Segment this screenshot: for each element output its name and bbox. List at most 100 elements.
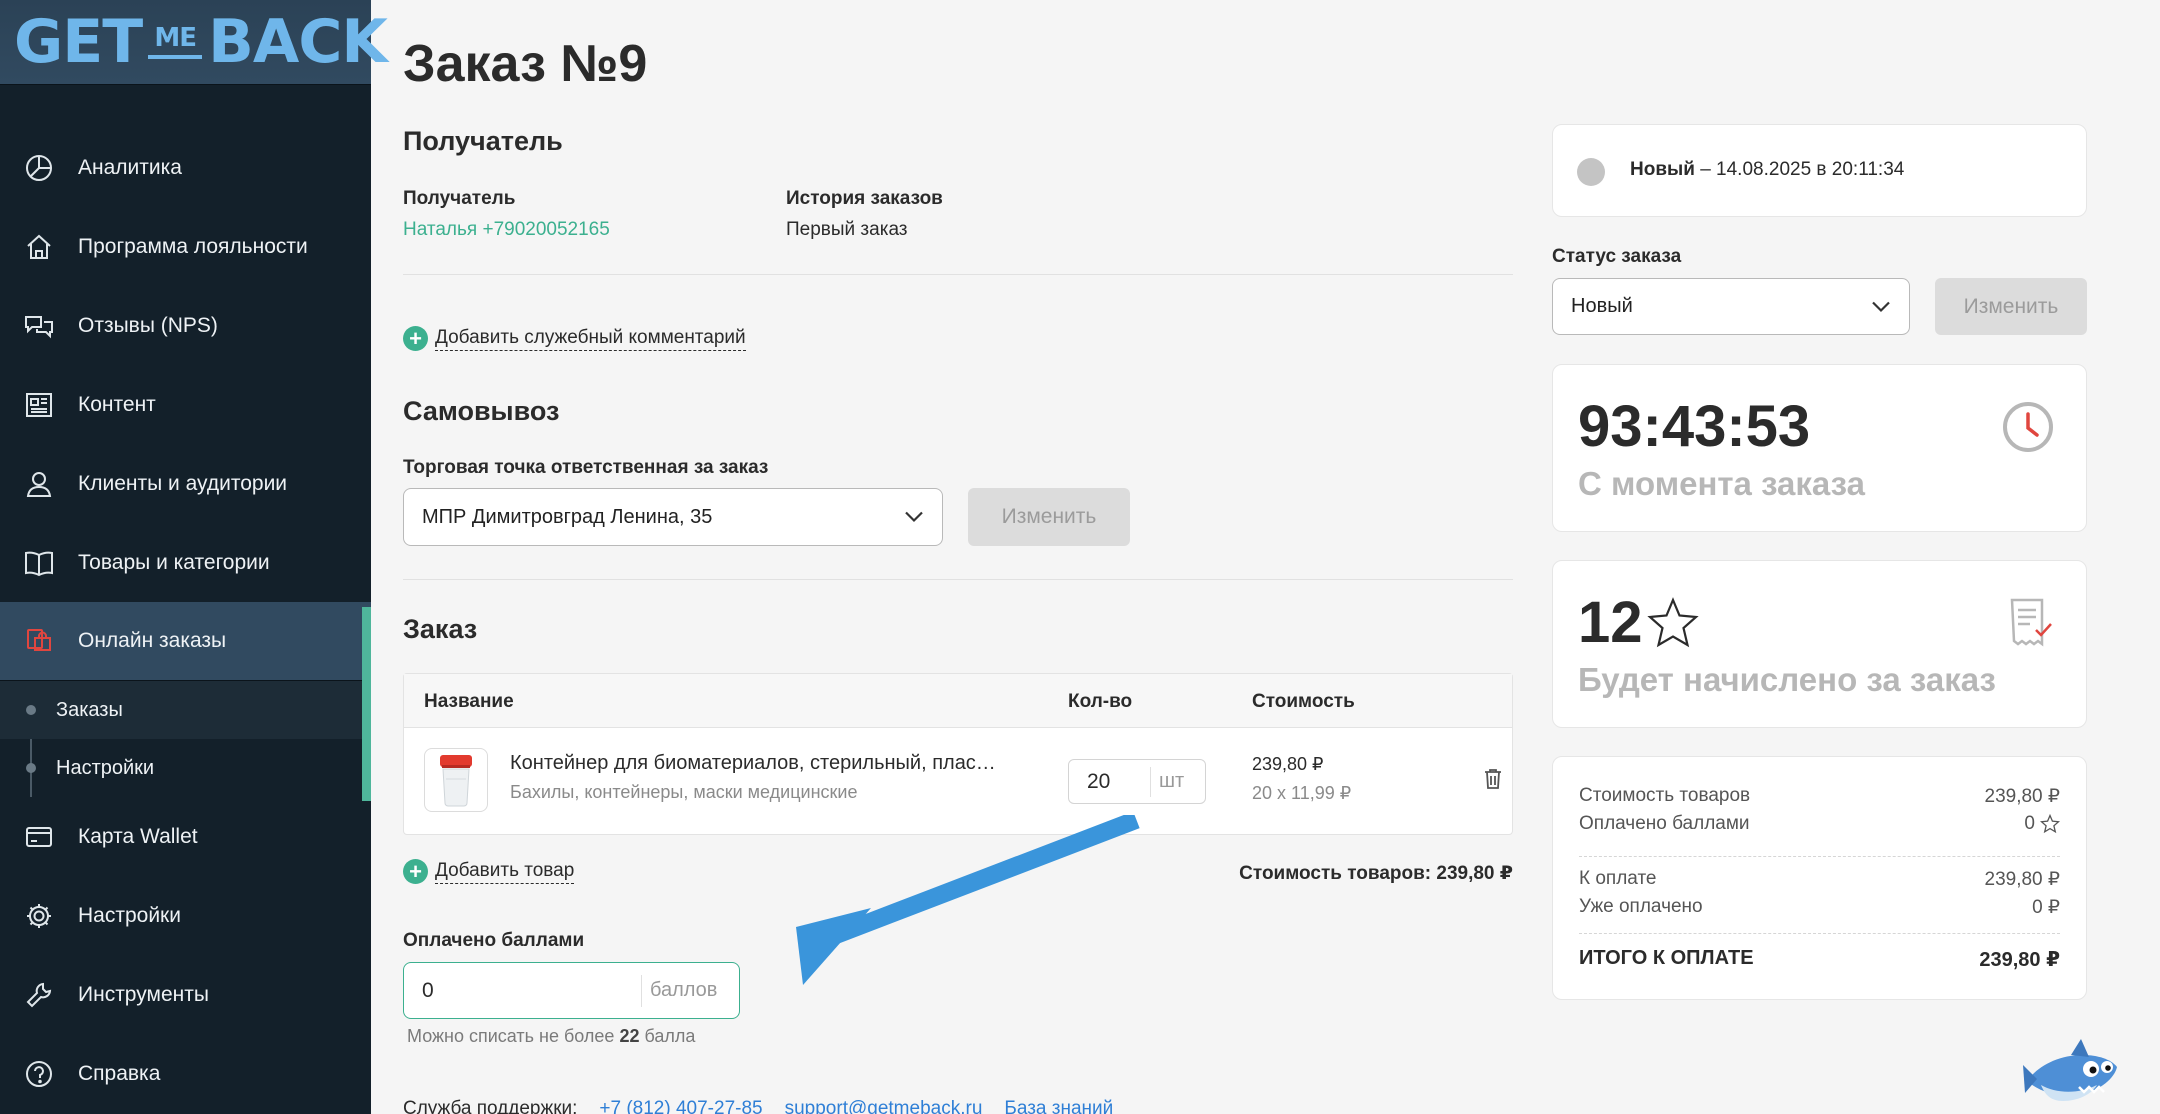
sidebar-item-wallet[interactable]: Карта Wallet — [0, 797, 371, 876]
logo-back: BACK — [208, 7, 388, 77]
sidebar-item-loyalty[interactable]: Программа лояльности — [0, 207, 371, 286]
knowledge-base-link[interactable]: База знаний — [1004, 1098, 1113, 1114]
store-select[interactable]: МПР Димитровград Ленина, 35 — [403, 488, 943, 546]
sidebar-item-label: Товары и категории — [78, 550, 270, 574]
plus-circle-icon: + — [403, 859, 428, 884]
annotation-arrow — [796, 815, 1140, 985]
divider — [403, 579, 1513, 580]
sidebar-subitem-label: Заказы — [56, 698, 123, 721]
goods-total: Стоимость товаров: 239,80 ₽ — [1239, 863, 1513, 884]
sidebar-item-tools[interactable]: Инструменты — [0, 955, 371, 1034]
footer: Служба поддержки: +7 (812) 407-27-85 sup… — [403, 1098, 1113, 1114]
column-header-qty: Кол-во — [1068, 691, 1133, 712]
sidebar-item-content[interactable]: Контент — [0, 365, 371, 444]
summary-paid-row: Уже оплачено 0 ₽ — [1579, 896, 2060, 918]
book-icon — [22, 546, 56, 580]
sidebar-item-label: Отзывы (NPS) — [78, 313, 218, 337]
trash-icon[interactable] — [1484, 768, 1502, 795]
sidebar-subitem-orders[interactable]: Заказы — [0, 681, 371, 739]
receipt-icon — [2008, 597, 2054, 654]
column-header-name: Название — [424, 691, 514, 712]
summary-goods-row: Стоимость товаров 239,80 ₽ — [1579, 785, 2060, 807]
pickup-section-title: Самовывоз — [403, 396, 560, 426]
quantity-unit: шт — [1159, 770, 1185, 792]
clock-icon — [2002, 401, 2054, 458]
store-change-button[interactable]: Изменить — [968, 488, 1130, 546]
sidebar-item-label: Программа лояльности — [78, 234, 308, 258]
timer-value: 93:43:53 — [1578, 394, 1811, 459]
card-icon — [22, 820, 56, 854]
timer-caption: С момента заказа — [1578, 465, 1865, 502]
sidebar-subitem-settings[interactable]: Настройки — [0, 739, 371, 797]
gear-icon — [22, 899, 56, 933]
divider — [403, 274, 1513, 275]
column-header-price: Стоимость — [1252, 691, 1355, 712]
quantity-input[interactable]: 20 шт — [1068, 759, 1206, 804]
timer-card: 93:43:53 С момента заказа — [1552, 364, 2087, 532]
support-label: Служба поддержки: — [403, 1098, 578, 1114]
order-section-title: Заказ — [403, 614, 478, 644]
points-label: Оплачено баллами — [403, 930, 585, 951]
sidebar-subitem-label: Настройки — [56, 756, 155, 779]
status-change-button[interactable]: Изменить — [1935, 278, 2087, 335]
sidebar-item-label: Настройки — [78, 903, 181, 927]
sidebar-menu: Аналитика Программа лояльности Отзывы (N… — [0, 128, 371, 1113]
home-icon — [22, 230, 56, 264]
store-select-value: МПР Димитровград Ленина, 35 — [422, 505, 713, 528]
recipient-section-title: Получатель — [403, 126, 563, 156]
bonus-card: 12 Будет начислено за заказ — [1552, 560, 2087, 728]
order-status-select[interactable]: Новый — [1552, 278, 1910, 335]
sidebar-item-label: Инструменты — [78, 982, 209, 1006]
logo-get: GET — [14, 7, 143, 77]
points-hint: Можно списать не более 22 балла — [407, 1026, 696, 1046]
logo[interactable]: GET ME BACK — [0, 0, 388, 85]
recipient-label: Получатель — [403, 188, 516, 209]
item-calc: 20 x 11,99 ₽ — [1252, 783, 1352, 803]
support-email-link[interactable]: support@getmeback.ru — [785, 1098, 983, 1114]
sidebar-item-clients[interactable]: Клиенты и аудитории — [0, 444, 371, 523]
add-product-label: Добавить товар — [435, 860, 575, 884]
star-icon — [2040, 814, 2060, 834]
order-status-value: Новый — [1571, 295, 1633, 317]
sidebar-item-help[interactable]: Справка — [0, 1034, 371, 1113]
add-comment-link[interactable]: + Добавить служебный комментарий — [403, 326, 746, 351]
table-header: Название Кол-во Стоимость — [404, 674, 1512, 728]
wrench-icon — [22, 978, 56, 1012]
cart-icon — [22, 624, 56, 658]
quantity-value: 20 — [1069, 766, 1151, 797]
sidebar-item-label: Аналитика — [78, 155, 182, 179]
sidebar: GET ME BACK Аналитика Программа лояльнос… — [0, 0, 388, 1114]
page-title: Заказ №9 — [403, 35, 648, 93]
sidebar-item-label: Справка — [78, 1061, 161, 1085]
sidebar-item-nps[interactable]: Отзывы (NPS) — [0, 286, 371, 365]
sidebar-item-label: Карта Wallet — [78, 824, 198, 848]
submenu-online-orders: Заказы Настройки — [0, 681, 371, 797]
sidebar-item-settings[interactable]: Настройки — [0, 876, 371, 955]
shark-mascot-icon[interactable] — [2021, 1035, 2125, 1114]
status-line: Новый – 14.08.2025 в 20:11:34 — [1630, 159, 1905, 180]
sidebar-item-products[interactable]: Товары и категории — [0, 523, 371, 602]
status-dot — [1577, 158, 1605, 186]
active-indicator — [362, 607, 371, 801]
add-product-link[interactable]: + Добавить товар — [403, 859, 575, 884]
summary-points-row: Оплачено баллами 0 — [1579, 813, 2060, 835]
main-content: Заказ №9 Получатель Получатель Наталья +… — [371, 0, 2160, 1114]
recipient-contact-link[interactable]: Наталья +79020052165 — [403, 219, 610, 241]
plus-circle-icon: + — [403, 326, 428, 351]
sidebar-item-label: Клиенты и аудитории — [78, 471, 288, 495]
item-total: 239,80 ₽ — [1252, 754, 1324, 774]
star-icon — [1646, 597, 1700, 654]
sidebar-item-analytics[interactable]: Аналитика — [0, 128, 371, 207]
add-comment-label: Добавить служебный комментарий — [435, 327, 746, 351]
sidebar-item-online-orders[interactable]: Онлайн заказы — [0, 602, 371, 681]
order-items-table: Название Кол-во Стоимость Контейнер для … — [403, 673, 1513, 835]
user-icon — [22, 467, 56, 501]
order-history-value: Первый заказ — [786, 219, 908, 240]
product-image — [424, 748, 488, 812]
sidebar-item-label: Контент — [78, 392, 156, 416]
support-phone-link[interactable]: +7 (812) 407-27-85 — [599, 1098, 762, 1114]
sidebar-item-label: Онлайн заказы — [78, 629, 227, 652]
logo-me: ME — [154, 23, 197, 53]
bonus-caption: Будет начислено за заказ — [1578, 661, 1996, 698]
chevron-down-icon — [904, 506, 924, 529]
